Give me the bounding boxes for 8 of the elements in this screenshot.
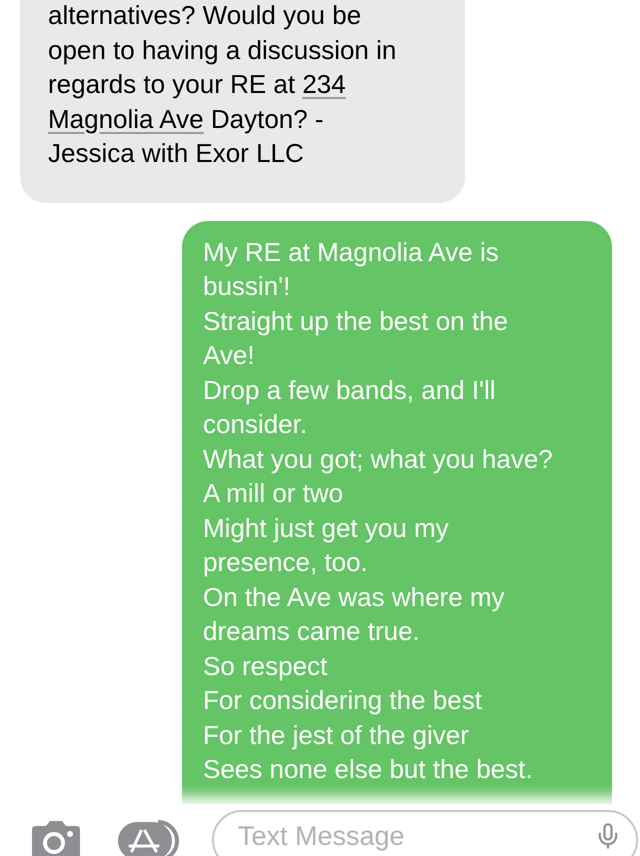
text-message-input[interactable]: Text Message <box>236 820 594 852</box>
message-text: My RE at Magnolia Ave is bussin'! Straight up the best on the Ave! Drop a few bands, and I'll consider. What you got; what you have? A mill or two Might just get you my presence, too. On the Ave was where my dreams came true. So respect For considering the best For the jest of the giver Sees none else but the best. <box>203 236 554 786</box>
camera-icon[interactable] <box>30 820 82 856</box>
address-link[interactable]: 234 <box>302 69 346 99</box>
address-link[interactable]: Magnolia Ave <box>48 104 204 134</box>
message-input-field[interactable]: Text Message <box>212 810 638 856</box>
app-store-icon[interactable] <box>118 820 180 856</box>
message-text: alternatives? Would you be open to having a discussion in regards to your RE at 234 Magnolia Ave Dayton? - Jessica with Exor LLC <box>48 0 398 170</box>
